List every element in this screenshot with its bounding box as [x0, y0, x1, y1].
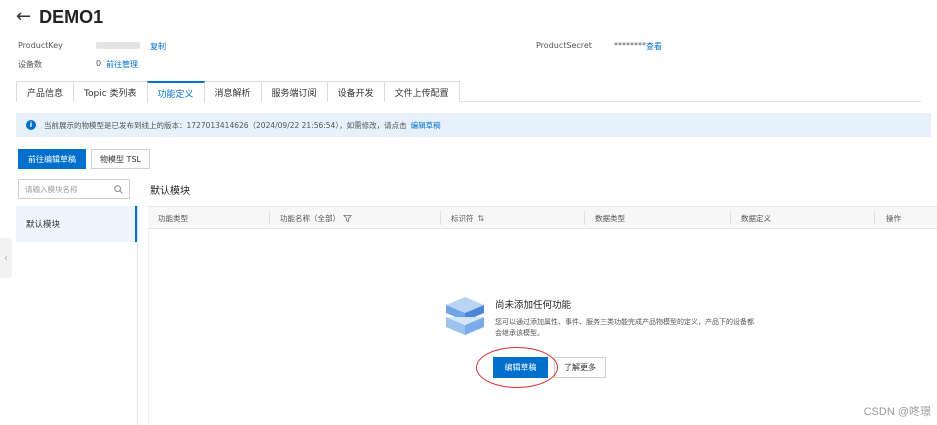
- tab-bar: 产品信息 Topic 类列表 功能定义 消息解析 服务端订阅 设备开发 文件上传…: [16, 81, 921, 103]
- tab-file-upload-config[interactable]: 文件上传配置: [383, 81, 460, 102]
- col-function-name: 功能名称（全部）: [270, 207, 352, 230]
- filter-icon[interactable]: [343, 214, 352, 223]
- module-item-default[interactable]: 默认模块: [16, 206, 137, 242]
- chevron-left-icon[interactable]: ‹: [0, 238, 12, 278]
- col-data-definition: 数据定义: [741, 214, 771, 223]
- product-key-label: ProductKey: [18, 41, 63, 50]
- tab-device-development[interactable]: 设备开发: [326, 81, 385, 102]
- col-identifier: 标识符 ⇅: [451, 214, 485, 223]
- tab-message-parsing[interactable]: 消息解析: [203, 81, 262, 102]
- empty-state-title: 尚未添加任何功能: [495, 300, 572, 311]
- page-header: ← DEMO1: [16, 6, 103, 28]
- col-actions: 操作: [886, 214, 901, 223]
- highlight-circle: [476, 347, 558, 388]
- empty-state-icon: [442, 295, 488, 339]
- sort-icon[interactable]: ⇅: [478, 214, 485, 223]
- device-count-label: 设备数: [18, 60, 42, 69]
- product-key-value: [96, 41, 140, 50]
- module-search-input[interactable]: [25, 184, 110, 194]
- view-secret-link[interactable]: 查看: [646, 41, 662, 52]
- search-icon[interactable]: [114, 184, 123, 194]
- module-list: 默认模块: [16, 206, 138, 425]
- device-count-value: 0: [96, 59, 102, 68]
- go-edit-draft-button[interactable]: 前往编辑草稿: [18, 149, 86, 169]
- col-data-type: 数据类型: [595, 214, 625, 223]
- notice-edit-draft-link[interactable]: 编辑草稿: [411, 120, 441, 131]
- table-header: 功能类型 功能名称（全部） 标识符 ⇅ 数据类型 数据定义 操作: [148, 206, 937, 229]
- watermark: CSDN @咚璟: [863, 406, 931, 418]
- arrow-left-icon[interactable]: ←: [16, 7, 31, 27]
- notice-bar: i 当前展示的物模型是已发布到线上的版本：1727013414626（2024/…: [16, 113, 931, 137]
- tab-product-info[interactable]: 产品信息: [16, 81, 75, 102]
- module-search: [18, 179, 130, 199]
- tab-server-subscription[interactable]: 服务端订阅: [260, 81, 328, 102]
- copy-link[interactable]: 复制: [150, 41, 166, 52]
- info-icon: i: [26, 120, 36, 130]
- col-function-type: 功能类型: [158, 214, 188, 223]
- section-title: 默认模块: [150, 186, 190, 197]
- tsl-button[interactable]: 物模型 TSL: [91, 149, 150, 169]
- manage-link[interactable]: 前往管理: [106, 59, 138, 70]
- empty-state-description: 您可以通过添加属性、事件、服务三类功能完成产品物模型的定义，产品下的设备都会继承…: [495, 318, 754, 337]
- learn-more-button[interactable]: 了解更多: [554, 357, 606, 378]
- tab-topic-list[interactable]: Topic 类列表: [73, 81, 148, 102]
- product-secret-value: ********: [614, 41, 646, 50]
- tab-function-definition[interactable]: 功能定义: [146, 81, 205, 103]
- page-title: DEMO1: [39, 6, 104, 27]
- product-secret-label: ProductSecret: [536, 41, 592, 50]
- notice-text: 当前展示的物模型是已发布到线上的版本：1727013414626（2024/09…: [44, 120, 407, 130]
